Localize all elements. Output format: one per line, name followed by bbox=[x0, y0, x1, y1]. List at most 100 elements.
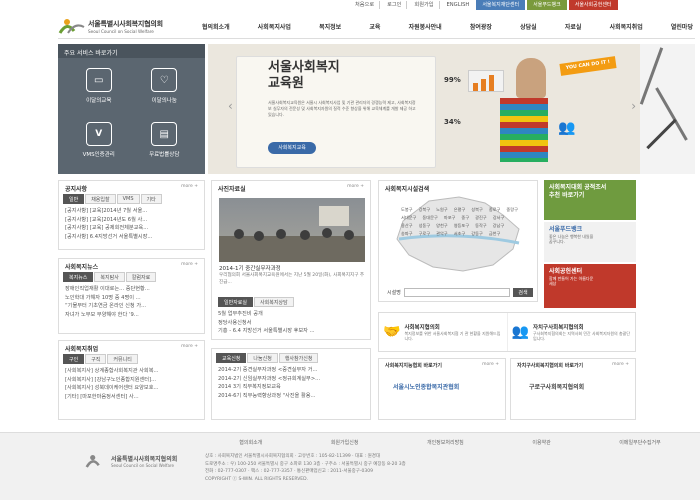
district-label[interactable]: 금천구 bbox=[489, 231, 501, 237]
banner-prev-icon[interactable]: ‹ bbox=[228, 99, 233, 113]
shortcut-org-logo[interactable]: 서울시노인종합복지관협회 bbox=[393, 382, 491, 391]
list-item[interactable]: [공지사항] 6.4지방선거 서울특별시장... bbox=[65, 233, 198, 242]
tab-general-archive[interactable]: 일반자료실 bbox=[218, 297, 254, 307]
nav-item-open[interactable]: 열린마당 bbox=[669, 20, 695, 34]
quick-item-monthly-sharing[interactable]: ♡ 이달의나눔 bbox=[132, 64, 198, 112]
facility-search-input[interactable] bbox=[403, 287, 510, 297]
district-label[interactable]: 서초구 bbox=[454, 231, 466, 237]
list-item[interactable]: [사회복지사] 상계종합사회복지관 사회복... bbox=[65, 367, 198, 376]
site-logo[interactable]: 서울특별시사회복지협의회 Seoul Council on Social Wel… bbox=[58, 14, 218, 38]
tab-notice-vms[interactable]: VMS bbox=[116, 194, 140, 204]
list-item[interactable]: [공지사항] [교육]2014년도 6월 사... bbox=[65, 216, 198, 225]
tab-column[interactable]: 칼럼자료 bbox=[125, 272, 157, 282]
list-item[interactable]: 2014-2기 신임실무자과정 <정규회계실무>... bbox=[218, 375, 364, 384]
district-label[interactable]: 중구 bbox=[461, 215, 469, 221]
list-item[interactable]: [기타] [마포한마음정서센터] 사... bbox=[65, 393, 198, 402]
nav-item-counseling[interactable]: 상담실 bbox=[518, 20, 539, 34]
tab-news[interactable]: 복지뉴스 bbox=[63, 272, 94, 282]
tab-notice-general[interactable]: 일반 bbox=[63, 194, 85, 204]
nav-item-info[interactable]: 복지정보 bbox=[317, 20, 343, 34]
district-label[interactable]: 양천구 bbox=[436, 223, 448, 229]
district-label[interactable]: 마포구 bbox=[444, 215, 456, 221]
news-more-link[interactable]: more + bbox=[181, 262, 198, 269]
list-item[interactable]: 노인학대 가해자 10명 중 4명이 ... bbox=[65, 294, 198, 303]
district-label[interactable]: 광진구 bbox=[475, 215, 487, 221]
list-item[interactable]: 기흥 - 6.4 지방선거 서울특별시장 후보자 ... bbox=[218, 327, 364, 336]
shortcut-more-link[interactable]: more + bbox=[612, 362, 629, 369]
district-label[interactable]: 강동구 bbox=[471, 231, 483, 237]
nav-item-about[interactable]: 협의회소개 bbox=[200, 20, 232, 34]
district-label[interactable]: 용산구 bbox=[401, 223, 413, 229]
district-label[interactable]: 관악구 bbox=[436, 231, 448, 237]
list-item[interactable]: [공지사항] [교육]2014년 7월 서울... bbox=[65, 207, 198, 216]
footer-link-about[interactable]: 협의회소개 bbox=[239, 439, 262, 446]
list-item[interactable]: 장애인직업재활 이대로는... 중단현황... bbox=[65, 285, 198, 294]
util-link-english[interactable]: ENGLISH bbox=[442, 1, 475, 9]
photo-caption-title[interactable]: 2014-1기 중간실무자과정 bbox=[219, 265, 365, 273]
district-label[interactable]: 영등포구 bbox=[454, 223, 469, 229]
jobs-more-link[interactable]: more + bbox=[181, 344, 198, 351]
quick-item-legal[interactable]: ▤ 무료법률상담 bbox=[132, 118, 198, 166]
tab-event-apply[interactable]: 행사참가신청 bbox=[278, 353, 319, 363]
tab-investigation[interactable]: 복지탐사 bbox=[94, 272, 125, 282]
list-item[interactable]: 2014-2기 중견실무자과정 <중견실무자 거... bbox=[218, 366, 364, 375]
tab-community[interactable]: 커뮤니티 bbox=[107, 354, 138, 364]
util-link-login[interactable]: 로그인 bbox=[382, 1, 408, 9]
photo-more-link[interactable]: more + bbox=[347, 184, 364, 191]
nav-item-jobs[interactable]: 사회복지취업 bbox=[608, 20, 645, 34]
district-label[interactable]: 중랑구 bbox=[506, 207, 518, 213]
list-item[interactable]: 자녀가 노부모 부양해야 한다 ‘9... bbox=[65, 311, 198, 320]
list-item[interactable]: [사회복지사] 성북데이케어센터 요양보호... bbox=[65, 384, 198, 393]
nav-item-projects[interactable]: 사회복지사업 bbox=[256, 20, 293, 34]
footer-link-terms[interactable]: 이용약관 bbox=[532, 439, 550, 446]
footer-link-privacy[interactable]: 개인정보처리방침 bbox=[427, 439, 464, 446]
district-label[interactable]: 송파구 bbox=[401, 231, 413, 237]
util-button-foodbank[interactable]: 서울푸드뱅크 bbox=[527, 0, 567, 10]
district-label[interactable]: 성동구 bbox=[419, 223, 431, 229]
district-label[interactable]: 서대문구 bbox=[401, 215, 416, 221]
tab-share-apply[interactable]: 나눔신청 bbox=[247, 353, 278, 363]
nav-item-education[interactable]: 교육 bbox=[367, 20, 382, 34]
quick-item-monthly-education[interactable]: ▭ 이달의교육 bbox=[66, 64, 132, 112]
photo-thumbnail[interactable] bbox=[219, 198, 365, 262]
util-link-home[interactable]: 처음으로 bbox=[350, 1, 381, 9]
district-label[interactable]: 노원구 bbox=[436, 207, 448, 213]
shortcut-org-logo[interactable]: 구로구사회복지협의회 bbox=[529, 382, 617, 391]
tab-job-seek[interactable]: 구직 bbox=[85, 354, 107, 364]
side-banner-foodbank[interactable]: 서울푸드뱅크 좋은 나눔은 행복한 내일을 꿈꾸니다. bbox=[544, 222, 636, 262]
district-label[interactable]: 도봉구 bbox=[401, 207, 413, 213]
util-link-join[interactable]: 회원가입 bbox=[409, 1, 440, 9]
tab-notice-recruit[interactable]: 채용입찰 bbox=[85, 194, 116, 204]
district-label[interactable]: 성북구 bbox=[471, 207, 483, 213]
main-banner[interactable]: ‹ 서울사회복지 교육원 서울사회복지교육원은 서울시 사회복지사업 및 기관 … bbox=[208, 44, 640, 174]
district-label[interactable]: 강남구 bbox=[493, 223, 505, 229]
network-district-council[interactable]: 👥 자치구사회복지협의회 구사회복지협의회는 지역사회 민간 사회복지자원의 총괄… bbox=[508, 313, 636, 351]
side-banner-contribution[interactable]: 사회공헌센터 함께 만들어 가는 아름다운 세상 bbox=[544, 264, 636, 308]
tab-notice-etc[interactable]: 기타 bbox=[140, 194, 162, 204]
tab-edu-apply[interactable]: 교육신청 bbox=[216, 353, 247, 363]
district-label[interactable]: 은평구 bbox=[454, 207, 466, 213]
list-item[interactable]: [공지사항] [교육] 공제회전체분교육... bbox=[65, 224, 198, 233]
nav-item-volunteer[interactable]: 자원봉사안내 bbox=[407, 20, 444, 34]
banner-education-button[interactable]: 사회복지교육 bbox=[268, 142, 316, 154]
list-item[interactable]: 5월 업무추진비 공개 bbox=[218, 310, 364, 319]
banner-next-icon[interactable]: › bbox=[631, 99, 636, 113]
list-item[interactable]: “기물부터 기초연금 온라인 신청 가... bbox=[65, 302, 198, 311]
district-label[interactable]: 종로구 bbox=[489, 207, 501, 213]
district-label[interactable]: 동작구 bbox=[475, 223, 487, 229]
list-item[interactable]: 2014 3기 직무복지정보교육 bbox=[218, 383, 364, 392]
footer-link-email[interactable]: 이메일무단수집거부 bbox=[619, 439, 660, 446]
tab-welfare-counsel[interactable]: 사회복지상담 bbox=[254, 297, 294, 307]
side-banner-award[interactable]: 사회복지대회 공적조서 추천 바로가기 bbox=[544, 180, 636, 220]
network-welfare-council[interactable]: 🤝 사회복지협의회 복지정보를 위한 서울사회복지협 기 관 현황을 지원해드립니… bbox=[379, 313, 508, 351]
util-button-welfare-center[interactable]: 서울복지재단센터 bbox=[476, 0, 526, 10]
district-label[interactable]: 강북구 bbox=[419, 207, 431, 213]
list-item[interactable]: [사회복지사] [강남구노인종합지원센터]... bbox=[65, 376, 198, 385]
footer-link-join[interactable]: 회원가입신청 bbox=[331, 439, 359, 446]
nav-item-participation[interactable]: 참여광장 bbox=[468, 20, 494, 34]
district-label[interactable]: 강서구 bbox=[493, 215, 505, 221]
tab-job-offer[interactable]: 구인 bbox=[63, 354, 85, 364]
util-button-contribution[interactable]: 서울사회공헌센터 bbox=[568, 0, 618, 10]
list-item[interactable]: 정당사용신청서 bbox=[218, 319, 364, 328]
district-label[interactable]: 동대문구 bbox=[422, 215, 437, 221]
